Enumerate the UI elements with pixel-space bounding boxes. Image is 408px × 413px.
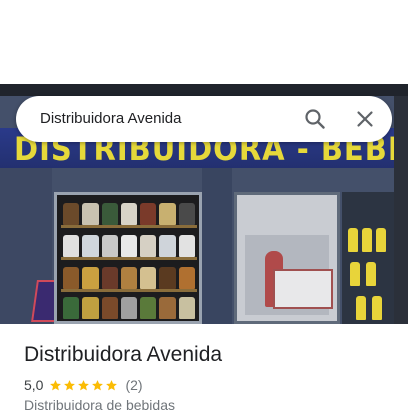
bottle-row <box>63 267 195 289</box>
bottle-row <box>63 203 195 225</box>
place-title[interactable]: Distribuidora Avenida <box>24 343 222 367</box>
display-window <box>54 192 202 324</box>
star-icon <box>50 379 62 390</box>
close-icon[interactable] <box>354 108 376 130</box>
star-rating <box>49 379 119 392</box>
star-icon <box>92 379 104 390</box>
star-icon <box>106 379 118 390</box>
awning <box>0 84 408 96</box>
bottle <box>356 296 366 320</box>
photo-edge <box>394 96 408 324</box>
search-input[interactable]: Distribuidora Avenida <box>40 110 181 127</box>
counter <box>273 269 333 309</box>
store-door <box>234 192 340 324</box>
bottle <box>350 262 360 286</box>
search-bar[interactable]: Distribuidora Avenida <box>16 96 392 142</box>
bottle <box>376 228 386 252</box>
bottle-row <box>63 235 195 257</box>
rating-row[interactable]: 5,0 (2) <box>24 376 143 394</box>
rating-value: 5,0 <box>24 377 44 393</box>
bottle <box>372 296 382 320</box>
side-shelf <box>342 192 394 324</box>
shelf <box>61 225 197 228</box>
star-icon <box>78 379 90 390</box>
bottle <box>348 228 358 252</box>
bottle <box>366 262 376 286</box>
bottle <box>362 228 372 252</box>
place-info-panel[interactable]: Distribuidora Avenida 5,0 (2) Distribuid… <box>0 324 408 413</box>
star-icon <box>64 379 76 390</box>
review-count[interactable]: (2) <box>125 377 142 393</box>
shelf <box>61 257 197 260</box>
pillar-middle <box>202 168 232 324</box>
place-category[interactable]: Distribuidora de bebidas <box>24 397 175 413</box>
shelf <box>61 289 197 292</box>
bottle-row <box>63 297 195 319</box>
search-icon[interactable] <box>304 108 326 130</box>
